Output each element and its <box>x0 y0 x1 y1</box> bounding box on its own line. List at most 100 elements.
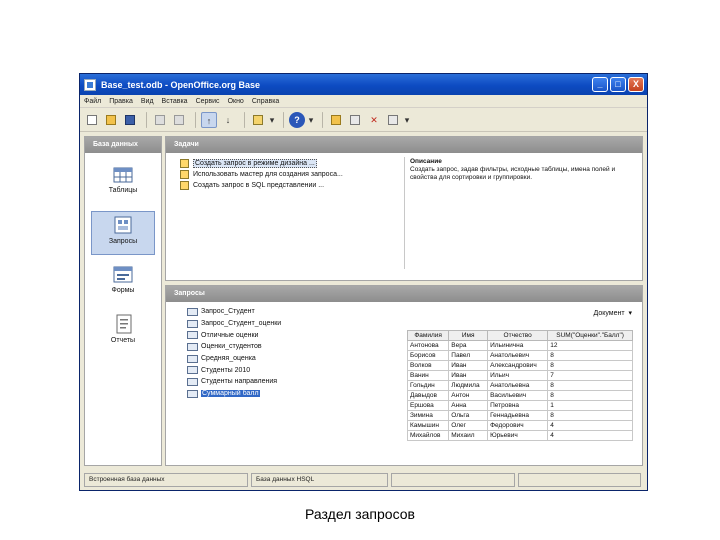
database-panel: База данных Таблицы Запросы Формы Отчеты <box>84 136 162 466</box>
table-row: Михайлов Михаил Юрьевич 4 <box>406 430 633 441</box>
task-list: Создать запрос в режиме дизайна ... Испо… <box>180 158 343 191</box>
sidebar-item-forms[interactable]: Формы <box>91 261 155 305</box>
query-icon <box>187 319 198 328</box>
document-preview-selector[interactable]: Документ ▾ <box>594 309 632 317</box>
table-cell: Михаил <box>448 430 489 441</box>
sidebar-item-tables[interactable]: Таблицы <box>91 161 155 205</box>
document-label: Документ <box>593 310 625 317</box>
table-cell: 4 <box>547 430 633 441</box>
list-item[interactable]: Оценки_студентов <box>187 341 281 353</box>
table-cell: Ольга <box>448 410 489 421</box>
menu-file[interactable]: Файл <box>84 98 101 105</box>
menu-insert[interactable]: Вставка <box>162 98 188 105</box>
close-button[interactable]: X <box>628 77 644 92</box>
wizard-icon <box>180 170 189 179</box>
open-object-icon[interactable] <box>328 112 344 128</box>
query-label: Средняя_оценка <box>201 355 256 363</box>
form-icon[interactable] <box>250 112 266 128</box>
tables-icon <box>112 164 134 184</box>
sidebar-item-label: Таблицы <box>108 187 138 194</box>
chevron-down-icon[interactable]: ▾ <box>308 112 314 128</box>
query-icon <box>187 307 198 316</box>
cut-icon[interactable] <box>152 112 168 128</box>
edit-icon[interactable] <box>347 112 363 128</box>
delete-icon[interactable]: ✕ <box>366 112 382 128</box>
table-row: Гольдин Людмила Анатольевна 8 <box>406 380 633 391</box>
open-icon[interactable] <box>103 112 119 128</box>
task-label: Создать запрос в SQL представлении ... <box>193 182 325 189</box>
table-cell: Антонова <box>406 340 450 351</box>
main-area: База данных Таблицы Запросы Формы Отчеты… <box>84 136 643 466</box>
task-create-design[interactable]: Создать запрос в режиме дизайна ... <box>180 158 343 169</box>
status-cell <box>391 473 515 487</box>
database-panel-header: База данных <box>85 137 161 153</box>
sort-asc-icon[interactable]: ↑ <box>201 111 217 128</box>
task-description: Описание Создать запрос, задав фильтры, … <box>410 158 630 182</box>
table-cell: 4 <box>547 420 633 431</box>
tasks-divider <box>404 157 405 269</box>
query-list: Запрос_Студент Запрос_Студент_оценки Отл… <box>187 306 281 400</box>
query-label: Запрос_Студент <box>201 308 255 316</box>
list-item-selected[interactable]: Суммарный балл <box>187 388 281 400</box>
description-text: Создать запрос, задав фильтры, исходные … <box>410 166 616 181</box>
new-icon[interactable] <box>84 112 100 128</box>
sort-desc-icon[interactable]: ↓ <box>220 112 236 128</box>
maximize-button[interactable]: □ <box>610 77 626 92</box>
queries-panel: Запросы Запрос_Студент Запрос_Студент_оц… <box>165 285 643 466</box>
table-cell: Людмила <box>448 380 489 391</box>
task-use-wizard[interactable]: Использовать мастер для создания запроса… <box>180 169 343 180</box>
list-item[interactable]: Средняя_оценка <box>187 353 281 365</box>
toolbar: ↑ ↓ ▾ ? ▾ ✕ ▾ <box>80 108 647 132</box>
table-cell: Ершова <box>406 400 450 411</box>
query-icon <box>187 354 198 363</box>
table-cell: Юрьевич <box>487 430 549 441</box>
status-db-engine: База данных HSQL <box>251 473 388 487</box>
table-cell: Федорович <box>487 420 549 431</box>
paste-icon[interactable] <box>171 112 187 128</box>
table-cell: Зимина <box>406 410 450 421</box>
table-row: Антонова Вера Ильинична 12 <box>406 340 633 351</box>
query-preview-table: Фамилия Имя Отчество SUM("Оценки"."Балл"… <box>406 330 633 441</box>
save-icon[interactable] <box>122 112 138 128</box>
task-label: Использовать мастер для создания запроса… <box>193 171 343 178</box>
table-row: Ванин Иван Ильич 7 <box>406 370 633 381</box>
chevron-down-icon[interactable]: ▾ <box>404 112 410 128</box>
sidebar-item-queries[interactable]: Запросы <box>91 211 155 255</box>
table-cell: 8 <box>547 390 633 401</box>
minimize-button[interactable]: _ <box>592 77 608 92</box>
table-cell: Александрович <box>487 360 549 371</box>
sidebar-item-label: Формы <box>111 287 135 294</box>
menu-help[interactable]: Справка <box>252 98 279 105</box>
table-cell: Иван <box>448 370 489 381</box>
sql-icon <box>180 181 189 190</box>
title-bar[interactable]: Base_test.odb - OpenOffice.org Base _ □ … <box>80 74 647 95</box>
menu-window[interactable]: Окно <box>228 98 244 105</box>
menu-tools[interactable]: Сервис <box>196 98 220 105</box>
table-row: Ершова Анна Петровна 1 <box>406 400 633 411</box>
query-icon <box>187 342 198 351</box>
table-header-row: Фамилия Имя Отчество SUM("Оценки"."Балл"… <box>406 330 633 341</box>
list-item[interactable]: Запрос_Студент_оценки <box>187 318 281 330</box>
table-cell: Волков <box>406 360 450 371</box>
chevron-down-icon[interactable]: ▾ <box>269 112 275 128</box>
help-icon[interactable]: ? <box>289 111 305 128</box>
table-cell: Камышин <box>406 420 450 431</box>
toolbar-separator <box>146 111 147 128</box>
query-label: Суммарный балл <box>201 390 260 398</box>
list-item[interactable]: Студенты направления <box>187 376 281 388</box>
table-cell: Михайлов <box>406 430 450 441</box>
list-item[interactable]: Студенты 2010 <box>187 364 281 376</box>
menu-view[interactable]: Вид <box>141 98 154 105</box>
query-icon <box>187 366 198 375</box>
sidebar-item-reports[interactable]: Отчеты <box>91 311 155 355</box>
query-label: Запрос_Студент_оценки <box>201 320 282 328</box>
forms-icon <box>112 264 134 284</box>
table-cell: 8 <box>547 350 633 361</box>
rename-icon[interactable] <box>385 112 401 128</box>
list-item[interactable]: Запрос_Студент <box>187 306 281 318</box>
table-row: Зимина Ольга Геннадьевна 8 <box>406 410 633 421</box>
list-item[interactable]: Отличные оценки <box>187 329 281 341</box>
status-bar: Встроенная база данных База данных HSQL <box>84 473 643 487</box>
task-create-sql[interactable]: Создать запрос в SQL представлении ... <box>180 180 343 191</box>
menu-edit[interactable]: Правка <box>109 98 133 105</box>
